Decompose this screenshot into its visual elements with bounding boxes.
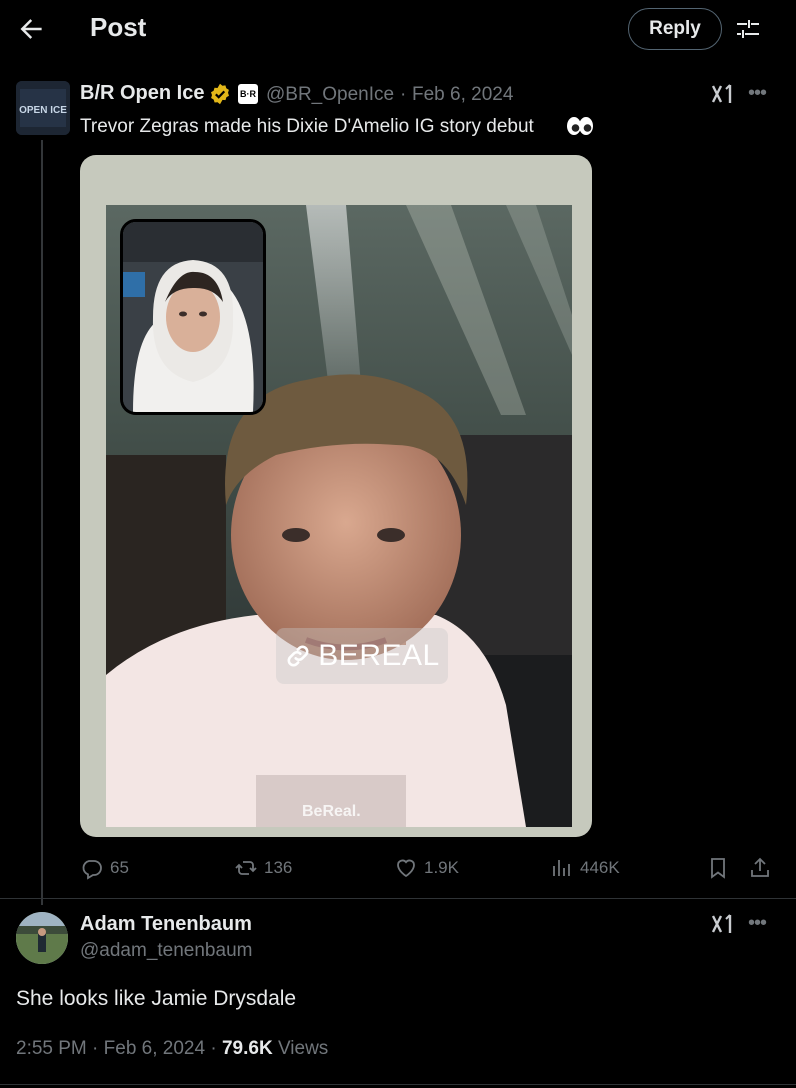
eyes-emoji-icon	[566, 114, 594, 138]
meta-separator: ·	[210, 1038, 217, 1059]
reply-text: She looks like Jamie Drysdale	[16, 987, 297, 1010]
share-icon	[751, 857, 769, 877]
reply-author-name[interactable]: Adam Tenenbaum	[80, 913, 252, 936]
post-date[interactable]: Feb 6, 2024	[412, 84, 513, 106]
heart-icon	[397, 859, 415, 878]
views-count: 446K	[580, 858, 620, 877]
reply-time[interactable]: 2:55 PM	[16, 1038, 87, 1059]
reply-avatar[interactable]	[16, 912, 68, 964]
reply-views-label: Views	[277, 1038, 329, 1059]
thread-line	[41, 140, 43, 905]
more-options-icon[interactable]: •••	[748, 82, 767, 105]
front-camera-inset	[120, 219, 266, 415]
grok-icon[interactable]	[710, 82, 734, 106]
separator-dot: ·	[400, 84, 407, 105]
meta-separator: ·	[92, 1038, 99, 1059]
repost-action[interactable]: 136	[234, 856, 292, 880]
bereal-photo: BEREAL BeReal.	[106, 205, 572, 827]
reply-author-handle[interactable]: @adam_tenenbaum	[80, 940, 252, 962]
reply-button[interactable]: Reply	[628, 8, 722, 50]
views-action[interactable]: 446K	[550, 856, 620, 880]
reply-action[interactable]: 65	[80, 856, 129, 880]
bookmark-icon	[711, 858, 725, 879]
bereal-link-chip[interactable]: BEREAL	[276, 628, 448, 684]
link-icon	[287, 645, 309, 667]
avatar[interactable]: OPEN ICE	[16, 81, 70, 135]
more-options-icon[interactable]: •••	[748, 912, 767, 935]
bookmark-button[interactable]	[706, 856, 730, 880]
filter-sliders-icon[interactable]	[734, 15, 762, 43]
reply-views-count: 79.6K	[221, 1038, 273, 1059]
verified-badge-icon	[208, 82, 232, 106]
bereal-chip-label: BEREAL	[318, 639, 440, 672]
grok-icon[interactable]	[710, 912, 734, 936]
post-text: Trevor Zegras made his Dixie D'Amelio IG…	[80, 116, 534, 137]
post-media-image[interactable]: BEREAL BeReal.	[80, 155, 592, 837]
repost-icon	[235, 861, 257, 875]
affiliate-badge[interactable]: B·R	[238, 84, 258, 104]
reply-count: 65	[110, 858, 129, 877]
back-arrow-icon	[20, 19, 42, 39]
share-button[interactable]	[748, 856, 772, 880]
avatar-logo-text: OPEN ICE	[19, 105, 67, 116]
divider	[0, 898, 796, 899]
bereal-watermark: BeReal.	[302, 803, 361, 820]
reply-meta: 2:55 PM · Feb 6, 2024 · 79.6K Views	[16, 1038, 328, 1060]
author-name[interactable]: B/R Open Ice	[80, 82, 204, 105]
like-count: 1.9K	[424, 858, 459, 877]
reply-date[interactable]: Feb 6, 2024	[104, 1038, 205, 1059]
like-action[interactable]: 1.9K	[394, 856, 459, 880]
page-title: Post	[90, 12, 147, 42]
reply-bubble-icon	[82, 860, 102, 880]
repost-count: 136	[264, 858, 293, 877]
back-button[interactable]	[16, 14, 46, 44]
views-bar-chart-icon	[553, 860, 570, 876]
author-handle[interactable]: @BR_OpenIce	[266, 84, 394, 106]
divider	[0, 1084, 796, 1085]
